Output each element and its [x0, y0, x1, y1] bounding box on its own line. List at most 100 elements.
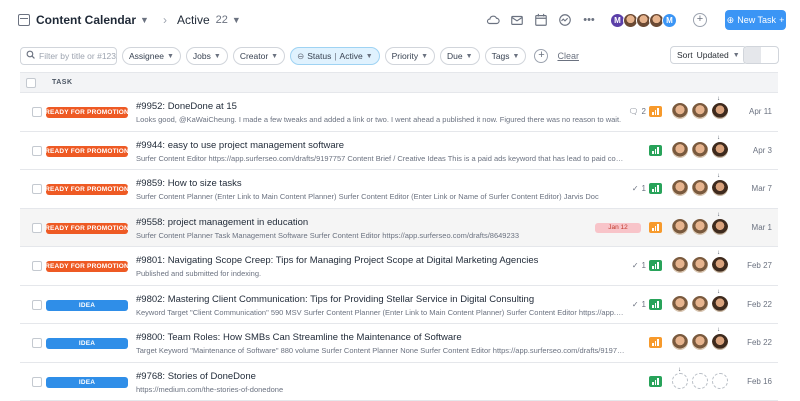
sort-select[interactable]: Sort Updated ▼: [670, 46, 747, 64]
avatar[interactable]: [692, 219, 708, 235]
status-badge[interactable]: IDEA: [46, 300, 128, 311]
row-checkbox[interactable]: [32, 338, 42, 348]
table-row[interactable]: IDEA #9800: Team Roles: How SMBs Can Stre…: [20, 324, 778, 363]
activity-icon[interactable]: [558, 13, 572, 27]
task-title[interactable]: #9802: Mastering Client Communication: T…: [136, 294, 534, 305]
task-title[interactable]: #9800: Team Roles: How SMBs Can Streamli…: [136, 332, 462, 343]
avatar[interactable]: [692, 142, 708, 158]
select-all-checkbox[interactable]: [26, 78, 36, 88]
avatar[interactable]: [672, 334, 688, 350]
task-meta: [649, 376, 662, 387]
status-badge[interactable]: READY FOR PROMOTION: [46, 107, 128, 118]
row-checkbox[interactable]: [32, 146, 42, 156]
add-filter-icon[interactable]: +: [534, 49, 548, 63]
table-row[interactable]: IDEA#9768: Stories of DoneDonehttps://me…: [20, 363, 778, 401]
avatar[interactable]: ↓: [712, 180, 728, 196]
sort-value: Updated: [697, 50, 729, 60]
avatar[interactable]: [672, 219, 688, 235]
task-title[interactable]: #9768: Stories of DoneDone: [136, 371, 256, 382]
row-checkbox[interactable]: [32, 300, 42, 310]
avatar[interactable]: [692, 296, 708, 312]
remove-filter-icon[interactable]: ⊖: [297, 51, 304, 62]
table-row[interactable]: READY FOR PROMOTION #9952: DoneDone at 15…: [20, 93, 778, 132]
task-title[interactable]: #9558: project management in education: [136, 217, 308, 228]
empty-avatar[interactable]: [692, 373, 708, 389]
status-filter[interactable]: ⊖ Status | Active ▼: [290, 47, 380, 65]
priority-icon[interactable]: [649, 337, 662, 348]
search-box[interactable]: [20, 47, 117, 65]
new-task-button[interactable]: ⊕ New Task +: [725, 10, 786, 30]
due-date-chip[interactable]: Jan 12: [595, 223, 641, 233]
avatar[interactable]: [692, 334, 708, 350]
avatar[interactable]: [692, 257, 708, 273]
row-checkbox[interactable]: [32, 223, 42, 233]
priority-icon[interactable]: [649, 183, 662, 194]
task-title[interactable]: #9952: DoneDone at 15: [136, 101, 237, 112]
avatar[interactable]: [692, 103, 708, 119]
grid-view-button[interactable]: [761, 47, 778, 63]
more-icon[interactable]: •••: [582, 13, 596, 27]
avatar[interactable]: [672, 180, 688, 196]
search-input[interactable]: [39, 51, 117, 61]
row-checkbox[interactable]: [32, 377, 42, 387]
avatar[interactable]: ↓: [712, 257, 728, 273]
row-checkbox[interactable]: [32, 261, 42, 271]
mail-icon[interactable]: [510, 13, 524, 27]
priority-icon[interactable]: [649, 222, 662, 233]
status-badge[interactable]: IDEA: [46, 377, 128, 388]
row-checkbox[interactable]: [32, 184, 42, 194]
status-badge[interactable]: READY FOR PROMOTION: [46, 184, 128, 195]
status-badge[interactable]: READY FOR PROMOTION: [46, 261, 128, 272]
avatar[interactable]: M: [662, 13, 677, 28]
arrow-down-icon: ↓: [717, 135, 720, 141]
priority-filter[interactable]: Priority▼: [385, 47, 435, 65]
task-title[interactable]: #9859: How to size tasks: [136, 178, 242, 189]
table-row[interactable]: READY FOR PROMOTION #9558: project manage…: [20, 209, 778, 248]
avatar[interactable]: ↓: [712, 103, 728, 119]
priority-icon[interactable]: [649, 145, 662, 156]
avatar[interactable]: [672, 257, 688, 273]
task-column-header[interactable]: TASK: [52, 79, 73, 86]
avatar[interactable]: [672, 296, 688, 312]
task-title[interactable]: #9801: Navigating Scope Creep: Tips for …: [136, 255, 538, 266]
priority-icon[interactable]: [649, 376, 662, 387]
avatar[interactable]: [692, 180, 708, 196]
view-chevron-down-icon[interactable]: ▼: [232, 15, 241, 25]
creator-filter[interactable]: Creator▼: [233, 47, 285, 65]
add-member-icon[interactable]: +: [693, 13, 707, 27]
avatar[interactable]: ↓: [712, 142, 728, 158]
assignee-filter[interactable]: Assignee▼: [122, 47, 181, 65]
list-view-button[interactable]: [744, 47, 761, 63]
cloud-icon[interactable]: [486, 13, 500, 27]
task-title[interactable]: #9944: easy to use project management so…: [136, 140, 344, 151]
empty-avatar[interactable]: [712, 373, 728, 389]
priority-icon[interactable]: [649, 260, 662, 271]
status-badge[interactable]: READY FOR PROMOTION: [46, 146, 128, 157]
view-name[interactable]: Active: [177, 13, 210, 27]
jobs-filter[interactable]: Jobs▼: [186, 47, 228, 65]
avatar[interactable]: ↓: [712, 334, 728, 350]
table-row[interactable]: IDEA #9802: Mastering Client Communicatio…: [20, 286, 778, 325]
app-title[interactable]: Content Calendar: [36, 13, 136, 27]
priority-icon[interactable]: [649, 106, 662, 117]
avatar[interactable]: ↓: [712, 219, 728, 235]
avatar[interactable]: [672, 103, 688, 119]
checkmark-icon: ✓: [632, 300, 639, 309]
tags-filter[interactable]: Tags▼: [485, 47, 527, 65]
chevron-down-icon[interactable]: ▼: [140, 15, 149, 25]
row-checkbox[interactable]: [32, 107, 42, 117]
task-meta: 🗨2: [628, 106, 662, 117]
status-badge[interactable]: IDEA: [46, 338, 128, 349]
calendar-icon[interactable]: [534, 13, 548, 27]
chevron-down-icon: ▼: [421, 53, 428, 60]
clear-filters-link[interactable]: Clear: [557, 51, 579, 61]
empty-avatar[interactable]: ↓: [672, 373, 688, 389]
table-row[interactable]: READY FOR PROMOTION #9859: How to size ta…: [20, 170, 778, 209]
avatar[interactable]: [672, 142, 688, 158]
priority-icon[interactable]: [649, 299, 662, 310]
table-row[interactable]: READY FOR PROMOTION #9944: easy to use pr…: [20, 132, 778, 171]
status-badge[interactable]: READY FOR PROMOTION: [46, 223, 128, 234]
avatar[interactable]: ↓: [712, 296, 728, 312]
due-filter[interactable]: Due▼: [440, 47, 480, 65]
table-row[interactable]: READY FOR PROMOTION #9801: Navigating Sco…: [20, 247, 778, 286]
